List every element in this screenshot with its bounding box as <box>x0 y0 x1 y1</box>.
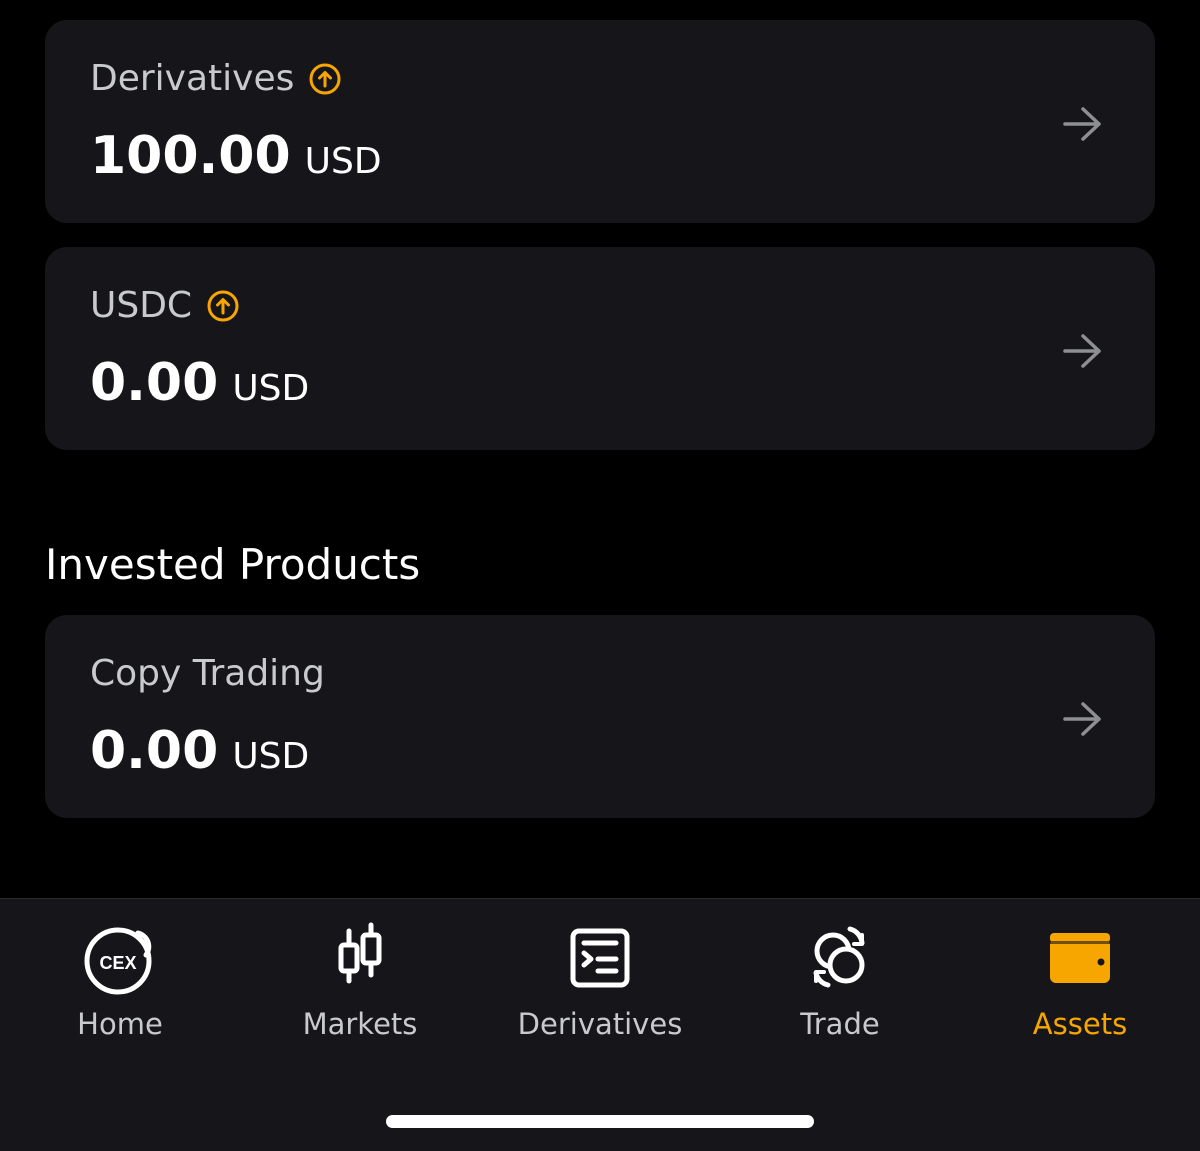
copy-trading-label-row: Copy Trading <box>90 653 325 694</box>
derivatives-amount: 100.00 <box>90 126 291 186</box>
copy-trading-balance: 0.00 USD <box>90 721 309 781</box>
cex-icon: CEX <box>84 927 152 995</box>
usdc-account-label-row: USDC <box>90 285 240 326</box>
usdc-account-card[interactable]: USDC 0.00 USD <box>45 247 1155 450</box>
copy-trading-unit: USD <box>232 736 310 777</box>
tab-derivatives-label: Derivatives <box>517 1007 683 1041</box>
candlestick-icon <box>338 922 382 984</box>
derivatives-doc-icon <box>570 928 630 988</box>
home-indicator[interactable] <box>386 1115 814 1128</box>
trade-swap-icon <box>813 926 865 988</box>
copy-trading-label: Copy Trading <box>90 653 325 694</box>
arrow-up-circle-icon[interactable] <box>206 289 240 323</box>
derivatives-account-card[interactable]: Derivatives 100.00 USD <box>45 20 1155 223</box>
tab-trade[interactable]: Trade <box>720 919 960 1049</box>
derivatives-account-balance: 100.00 USD <box>90 126 382 186</box>
arrow-right-icon[interactable] <box>1061 699 1105 739</box>
derivatives-account-label-row: Derivatives <box>90 58 342 99</box>
copy-trading-amount: 0.00 <box>90 721 219 781</box>
bottom-tab-bar: CEX Home Markets Derivatives Trade Asset… <box>0 898 1200 1151</box>
invested-products-title: Invested Products <box>45 540 421 589</box>
usdc-unit: USD <box>232 368 310 409</box>
wallet-icon <box>1050 933 1110 983</box>
usdc-account-balance: 0.00 USD <box>90 353 309 413</box>
tab-markets[interactable]: Markets <box>240 919 480 1049</box>
derivatives-unit: USD <box>304 141 382 182</box>
copy-trading-card[interactable]: Copy Trading 0.00 USD <box>45 615 1155 818</box>
tab-home-label: Home <box>77 1007 163 1041</box>
arrow-right-icon[interactable] <box>1061 104 1105 144</box>
tab-home[interactable]: CEX Home <box>0 919 240 1049</box>
tab-assets-label: Assets <box>1032 1007 1128 1041</box>
derivatives-account-label: Derivatives <box>90 58 295 99</box>
arrow-right-icon[interactable] <box>1061 331 1105 371</box>
tab-trade-label: Trade <box>800 1007 880 1041</box>
tab-assets[interactable]: Assets <box>960 919 1200 1049</box>
cex-badge-text: CEX <box>99 953 136 973</box>
arrow-up-circle-icon[interactable] <box>308 62 342 96</box>
usdc-account-label: USDC <box>90 285 193 326</box>
tab-derivatives[interactable]: Derivatives <box>480 919 720 1049</box>
tab-markets-label: Markets <box>302 1007 418 1041</box>
usdc-amount: 0.00 <box>90 353 219 413</box>
